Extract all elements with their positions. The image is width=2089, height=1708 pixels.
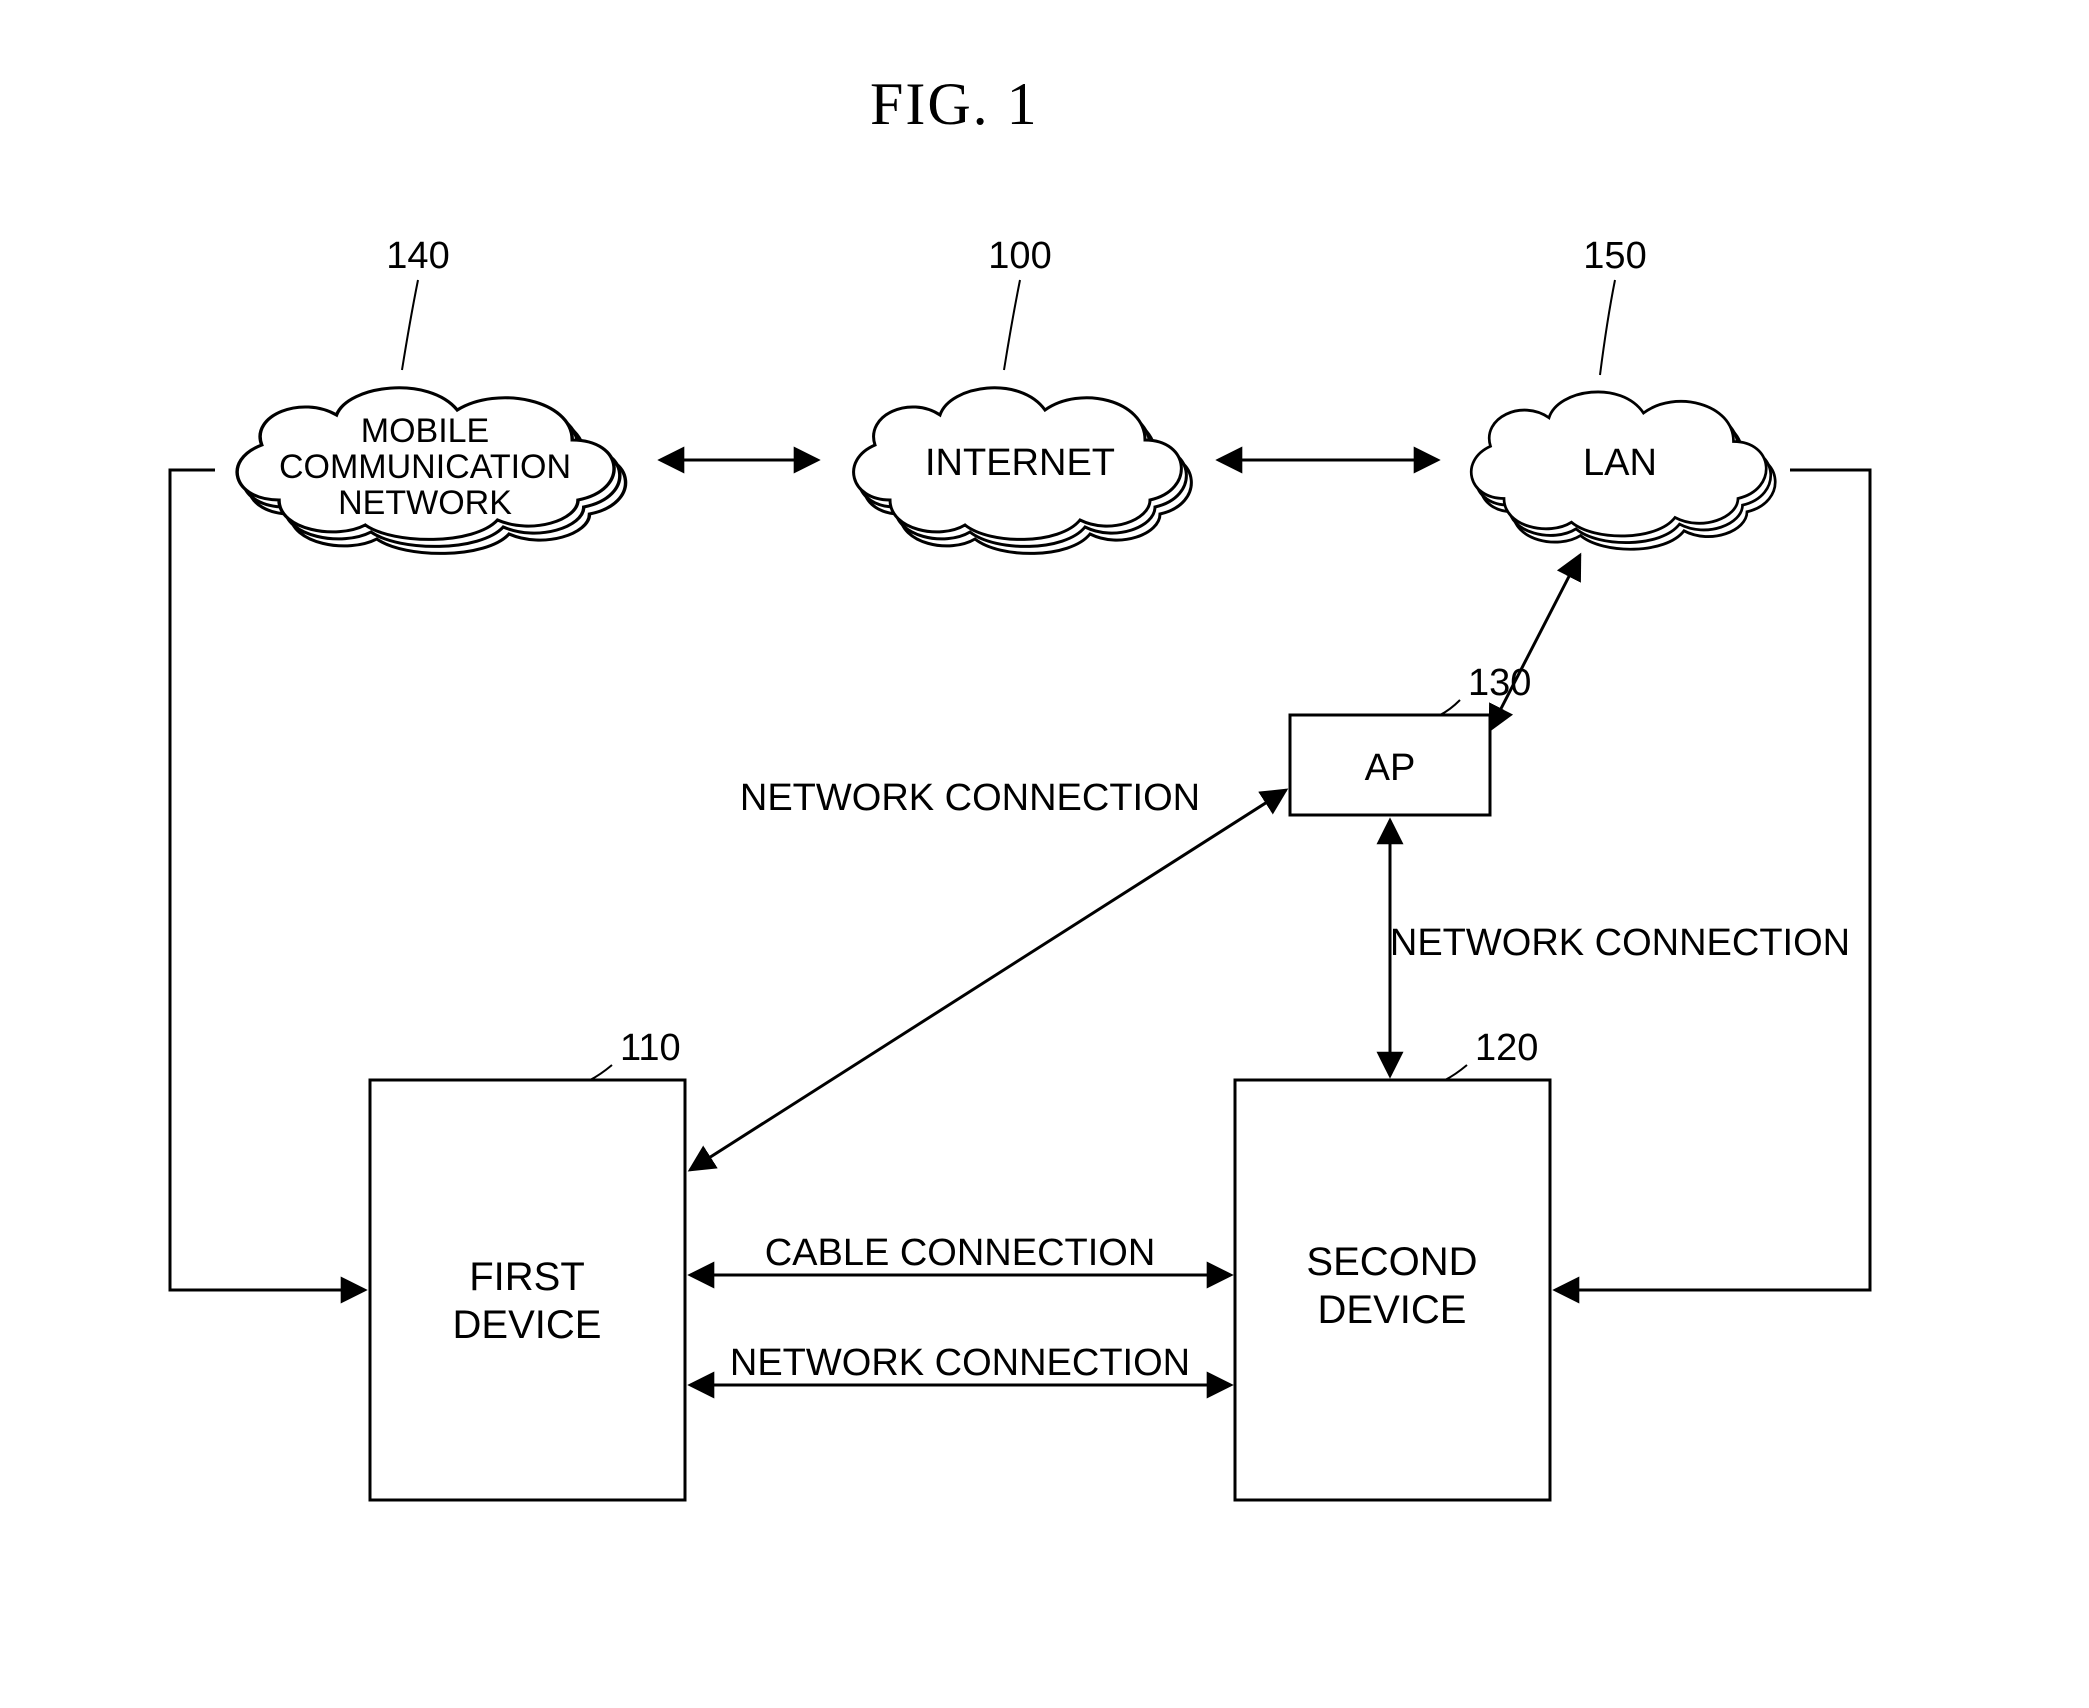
mobile-net-label-line2: COMMUNICATION	[279, 448, 571, 486]
ref-leader-first	[590, 1065, 612, 1080]
mobile-net-label-line1: MOBILE	[361, 412, 489, 450]
label-first-second-network: NETWORK CONNECTION	[730, 1342, 1190, 1384]
ref-second-device: 120	[1475, 1027, 1538, 1069]
route-lan-to-second	[1555, 470, 1870, 1290]
label-ap-second: NETWORK CONNECTION	[1390, 922, 1850, 964]
cloud-internet: INTERNET	[854, 388, 1192, 554]
ref-lan: 150	[1583, 235, 1646, 277]
ref-internet: 100	[988, 235, 1051, 277]
ref-leader-mobile	[402, 280, 418, 370]
cloud-mobile-network: MOBILE COMMUNICATION NETWORK	[237, 388, 625, 554]
label-cable-connection: CABLE CONNECTION	[765, 1232, 1156, 1274]
ref-first-device: 110	[620, 1027, 681, 1069]
arrow-ap-lan	[1490, 555, 1580, 730]
mobile-net-label-line3: NETWORK	[338, 484, 512, 522]
figure-1: FIG. 1 MOBILE COMMUNICATION	[0, 0, 2089, 1703]
first-device-label-line2: DEVICE	[453, 1303, 602, 1347]
diagram-svg: MOBILE COMMUNICATION NETWORK 140 INTERNE…	[0, 0, 2089, 1703]
first-device-label-line1: FIRST	[469, 1255, 585, 1299]
second-device-label-line2: DEVICE	[1318, 1288, 1467, 1332]
lan-label: LAN	[1583, 442, 1657, 484]
route-mobile-to-first	[170, 470, 365, 1290]
second-device-label-line1: SECOND	[1306, 1240, 1477, 1284]
cloud-lan: LAN	[1471, 392, 1775, 549]
ref-mobile-net: 140	[386, 235, 449, 277]
arrow-first-ap	[690, 790, 1286, 1170]
ref-leader-ap	[1440, 700, 1460, 715]
ap-label: AP	[1365, 747, 1416, 789]
internet-label: INTERNET	[925, 442, 1115, 484]
ref-leader-lan	[1600, 280, 1615, 375]
ref-leader-internet	[1004, 280, 1020, 370]
figure-title: FIG. 1	[870, 70, 1039, 139]
label-first-ap: NETWORK CONNECTION	[740, 777, 1200, 819]
ref-leader-second	[1445, 1065, 1467, 1080]
